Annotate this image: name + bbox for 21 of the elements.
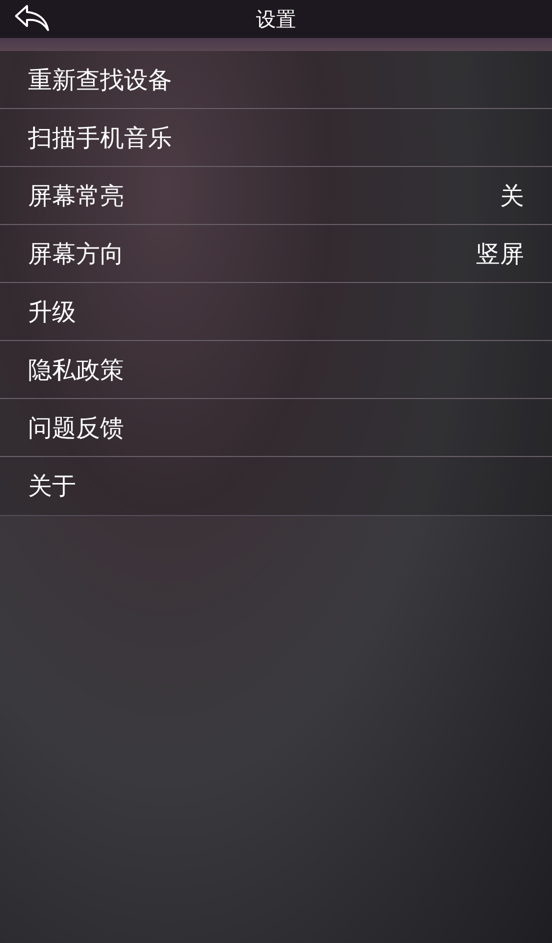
- item-label: 问题反馈: [28, 412, 124, 444]
- item-label: 屏幕常亮: [28, 180, 124, 212]
- item-label: 扫描手机音乐: [28, 122, 172, 154]
- item-label: 重新查找设备: [28, 64, 172, 96]
- item-value: 竖屏: [476, 238, 524, 270]
- item-label: 隐私政策: [28, 354, 124, 386]
- item-label: 升级: [28, 296, 76, 328]
- settings-item[interactable]: 屏幕方向 竖屏: [0, 225, 552, 283]
- item-label: 关于: [28, 471, 76, 502]
- settings-item[interactable]: 关于: [0, 457, 552, 515]
- back-button[interactable]: [12, 2, 52, 34]
- settings-item[interactable]: 隐私政策: [0, 341, 552, 399]
- settings-item[interactable]: 扫描手机音乐: [0, 109, 552, 167]
- window-title: 设置: [256, 6, 296, 33]
- settings-item[interactable]: 屏幕常亮 关: [0, 167, 552, 225]
- item-label: 屏幕方向: [28, 238, 124, 270]
- settings-item[interactable]: 重新查找设备: [0, 51, 552, 109]
- back-icon: [14, 4, 50, 32]
- settings-item[interactable]: 升级: [0, 283, 552, 341]
- item-value: 关: [500, 180, 524, 212]
- settings-item[interactable]: 问题反馈: [0, 399, 552, 457]
